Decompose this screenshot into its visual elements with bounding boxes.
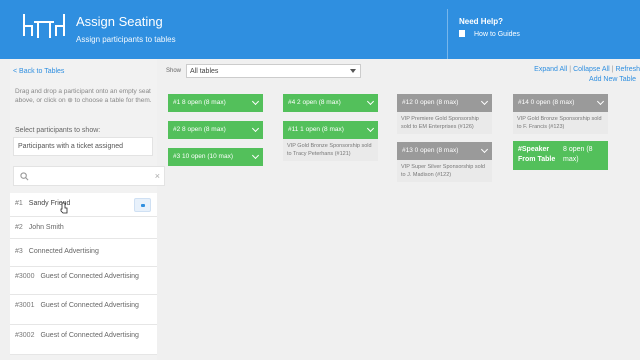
chevron-down-icon[interactable] [251, 151, 260, 160]
collapse-all-link[interactable]: Collapse All [573, 66, 610, 73]
table-header[interactable]: #11 1 open (8 max) [283, 121, 378, 139]
table-header[interactable]: #3 10 open (10 max) [168, 148, 263, 166]
seating-table-logo-icon [23, 14, 65, 38]
help-panel: Need Help? How to Guides [447, 9, 640, 59]
table-header[interactable]: #13 0 open (8 max) [397, 142, 492, 160]
table-card[interactable]: #11 1 open (8 max) VIP Gold Bronze Spons… [283, 121, 378, 161]
chevron-down-icon[interactable] [480, 97, 489, 106]
tables-filter-select[interactable]: All tables [186, 64, 361, 78]
table-description: VIP Premiere Gold Sponsorship sold to EM… [397, 112, 492, 134]
table-header[interactable]: #2 8 open (8 max) [168, 121, 263, 139]
chevron-down-icon[interactable] [251, 97, 260, 106]
participant-row[interactable]: #3 Connected Advertising [10, 239, 157, 267]
participant-row[interactable]: #2 John Smith [10, 217, 157, 239]
participant-row[interactable]: #1 Sandy Friend [10, 193, 157, 217]
add-new-table-link[interactable]: Add New Table [589, 76, 636, 83]
table-card[interactable]: #3 10 open (10 max) [168, 148, 263, 166]
table-card[interactable]: #4 2 open (8 max) [283, 94, 378, 112]
select-participants-label: Select participants to show: [15, 127, 101, 134]
chevron-down-icon[interactable] [251, 124, 260, 133]
expand-all-link[interactable]: Expand All [534, 66, 567, 73]
instructions-text: Drag and drop a participant onto an empt… [15, 88, 152, 104]
table-description: VIP Super Silver Sponsorship sold to J. … [397, 160, 492, 182]
table-description: VIP Gold Bronze Sponsorship sold to F. F… [513, 112, 608, 134]
table-card[interactable]: #2 8 open (8 max) [168, 121, 263, 139]
refresh-link[interactable]: Refresh [615, 66, 640, 73]
hand-cursor-icon [60, 202, 68, 214]
how-to-guides-link[interactable]: How to Guides [459, 30, 520, 38]
chevron-down-icon[interactable] [596, 97, 605, 106]
chevron-down-icon[interactable] [366, 97, 375, 106]
table-header[interactable]: #14 0 open (8 max) [513, 94, 608, 112]
table-card[interactable]: #13 0 open (8 max) VIP Super Silver Spon… [397, 142, 492, 182]
table-card[interactable]: #1 8 open (8 max) [168, 94, 263, 112]
show-label: Show [166, 68, 182, 74]
speaker-table-card[interactable]: #Speaker From Table 8 open (8 max) [513, 141, 608, 170]
app-header: Assign Seating Assign participants to ta… [0, 0, 640, 59]
participant-row[interactable]: #3001 Guest of Connected Advertising [10, 295, 157, 325]
table-description: VIP Gold Bronze Sponsorship sold to Trac… [283, 139, 378, 161]
tables-area: Show All tables Expand All | Collapse All |… [160, 59, 640, 360]
chevron-down-icon [350, 69, 356, 73]
table-card[interactable]: #12 0 open (8 max) VIP Premiere Gold Spo… [397, 94, 492, 134]
table-header[interactable]: #Speaker From Table 8 open (8 max) [513, 141, 608, 170]
back-to-tables-link[interactable]: < Back to Tables [13, 68, 64, 75]
participant-filter-select[interactable]: Participants with a ticket assigned [13, 137, 153, 156]
assign-table-button[interactable] [134, 198, 151, 212]
participant-row[interactable]: #3002 Guest of Connected Advertising [10, 325, 157, 355]
table-header[interactable]: #4 2 open (8 max) [283, 94, 378, 112]
chevron-down-icon[interactable] [480, 145, 489, 154]
table-header[interactable]: #1 8 open (8 max) [168, 94, 263, 112]
page-title: Assign Seating [76, 14, 163, 29]
participant-row[interactable]: #3000 Guest of Connected Advertising [10, 267, 157, 295]
table-header[interactable]: #12 0 open (8 max) [397, 94, 492, 112]
document-icon [459, 30, 465, 37]
table-card[interactable]: #14 0 open (8 max) VIP Gold Bronze Spons… [513, 94, 608, 134]
page-subtitle: Assign participants to tables [76, 35, 176, 44]
participant-search-input[interactable]: × [13, 166, 165, 186]
table-actions: Expand All | Collapse All | Refresh [534, 66, 640, 73]
chevron-down-icon[interactable] [366, 124, 375, 133]
search-icon [20, 172, 29, 181]
help-title: Need Help? [459, 17, 504, 26]
